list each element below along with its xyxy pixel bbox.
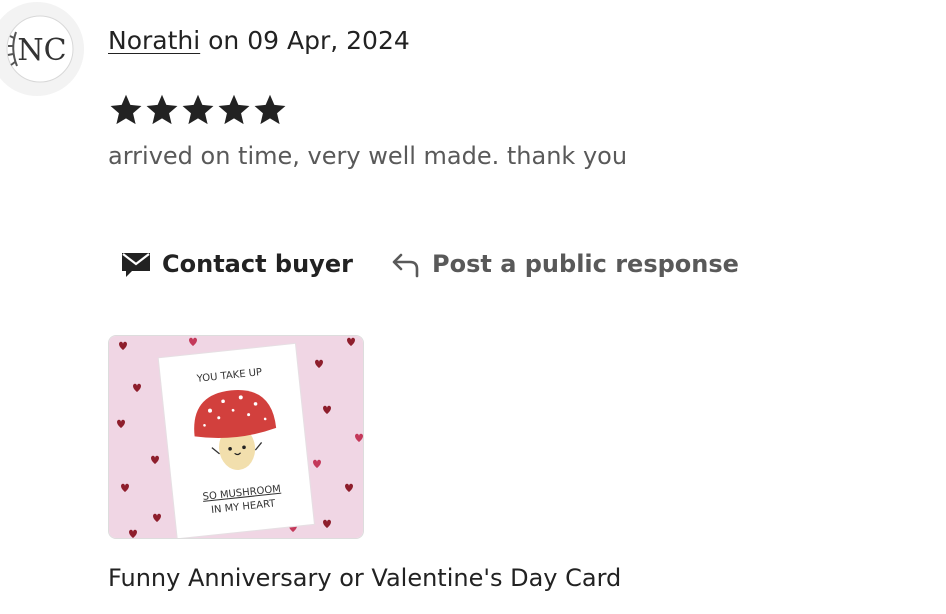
star-icon (146, 94, 178, 125)
avatar-initials: NC (17, 33, 66, 68)
star-icon (110, 94, 142, 125)
star-icon (182, 94, 214, 125)
post-public-response-label: Post a public response (432, 250, 739, 278)
review-text: arrived on time, very well made. thank y… (108, 142, 628, 170)
post-public-response-button[interactable]: Post a public response (390, 244, 739, 284)
reply-arrow-icon (392, 253, 419, 278)
listing-thumbnail[interactable]: YOU TAKE UP SO MUSHROOM IN MY HEART (108, 335, 364, 539)
reviewer-name-link[interactable]: Norathi (108, 26, 200, 55)
star-icon (254, 94, 286, 125)
contact-buyer-label: Contact buyer (162, 250, 353, 278)
review-actions: Contact buyer Post a public response (108, 244, 748, 284)
listing-title-link[interactable]: Funny Anniversary or Valentine's Day Car… (108, 561, 621, 595)
review-date: on 09 Apr, 2024 (208, 26, 410, 55)
contact-buyer-button[interactable]: Contact buyer (120, 244, 353, 284)
review-header: Norathi on 09 Apr, 2024 (108, 24, 410, 58)
star-rating (108, 90, 288, 130)
reviewer-avatar[interactable]: NC (0, 2, 84, 96)
envelope-icon (122, 253, 150, 277)
star-icon (218, 94, 250, 125)
